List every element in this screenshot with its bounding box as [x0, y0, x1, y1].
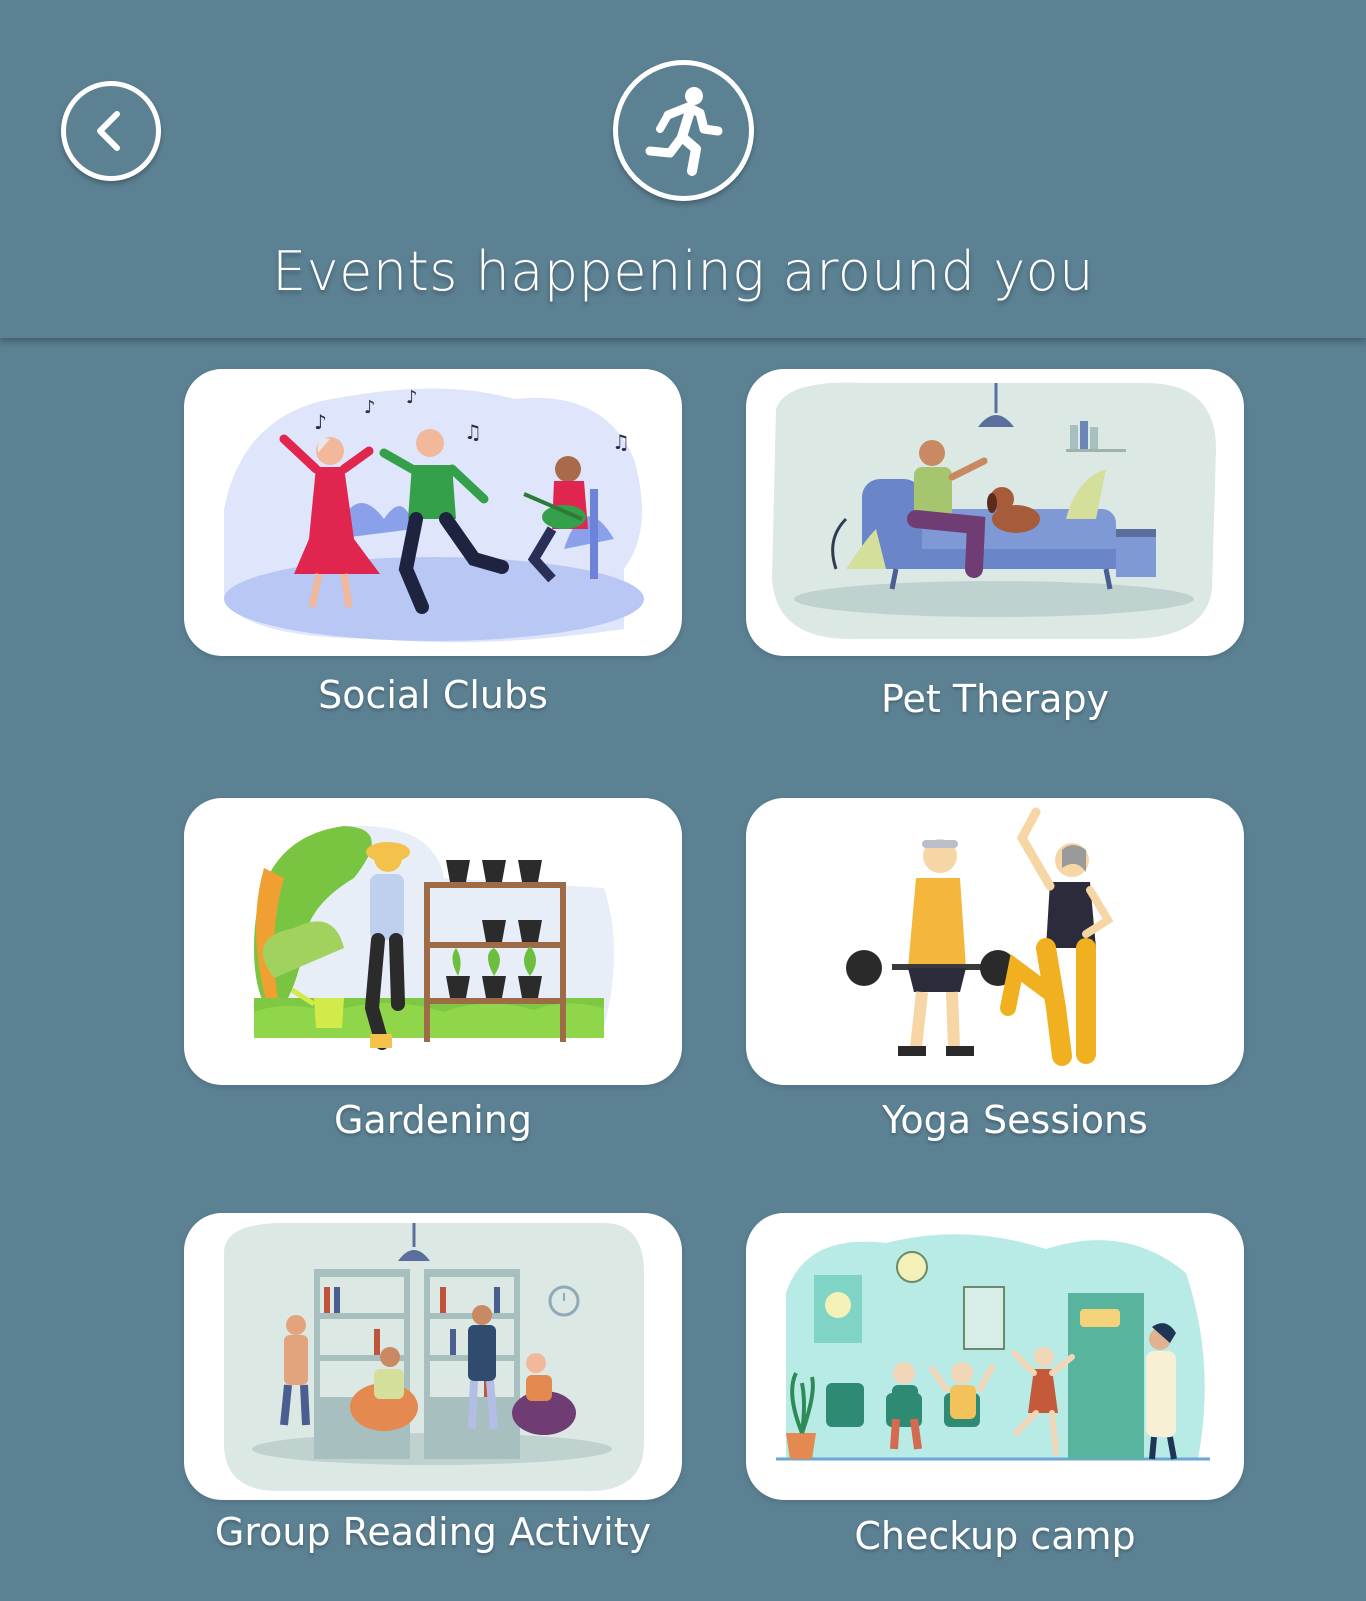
event-card-checkup-camp[interactable] [746, 1213, 1244, 1500]
event-card-yoga-sessions[interactable] [746, 798, 1244, 1085]
chevron-left-icon [97, 111, 120, 151]
library-illustration [224, 1223, 644, 1492]
event-label: Group Reading Activity [214, 1510, 652, 1554]
svg-text:♪: ♪ [364, 397, 376, 418]
event-label: Social Clubs [318, 673, 548, 717]
event-label: Checkup camp [854, 1514, 1136, 1558]
event-card-gardening[interactable] [184, 798, 682, 1085]
svg-text:♪: ♪ [406, 387, 418, 408]
back-button[interactable] [61, 81, 161, 181]
svg-text:♪: ♪ [314, 410, 327, 434]
pet-therapy-illustration [772, 382, 1216, 640]
event-label: Gardening [333, 1098, 533, 1142]
app-header: Events happening around you [0, 0, 1366, 338]
svg-text:♫: ♫ [612, 430, 630, 454]
event-card-pet-therapy[interactable] [746, 369, 1244, 656]
event-label: Pet Therapy [880, 677, 1110, 721]
running-person-icon [645, 86, 722, 176]
activity-badge [613, 60, 754, 201]
event-card-social-clubs[interactable]: ♪ ♪ ♫ ♫ ♪ [184, 369, 682, 656]
yoga-illustration [846, 807, 1114, 1066]
event-card-group-reading-activity[interactable] [184, 1213, 682, 1500]
gardening-illustration [254, 825, 614, 1050]
dancing-illustration: ♪ ♪ ♫ ♫ ♪ [224, 387, 644, 643]
clinic-illustration [776, 1234, 1210, 1461]
svg-text:♫: ♫ [464, 420, 482, 444]
page-title: Events happening around you [272, 240, 1094, 303]
event-label: Yoga Sessions [882, 1098, 1148, 1142]
